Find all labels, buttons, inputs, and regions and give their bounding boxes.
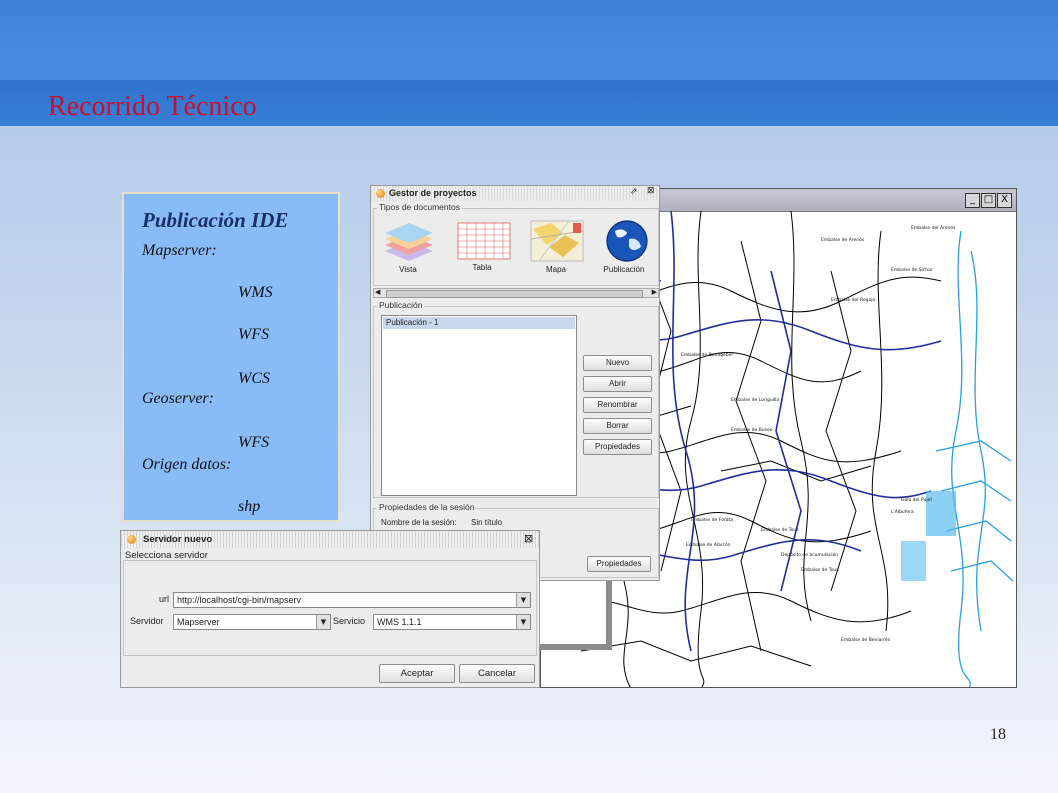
publication-label: Publicación [377,300,425,310]
session-properties-button[interactable]: Propiedades [587,556,651,572]
doctype-tabla-label: Tabla [472,263,492,272]
server-select[interactable]: Mapserver ▼ [173,614,331,630]
page-number: 18 [990,726,1006,743]
app-icon [127,535,136,544]
layers-icon [385,223,433,261]
info-panel: Publicación IDE Mapserver: WMS WFS WCS G… [122,192,340,522]
svg-text:Embalse de Sichar: Embalse de Sichar [891,267,933,273]
doctype-mapa-label: Mapa [545,265,566,274]
delete-button[interactable]: Borrar [583,418,652,434]
svg-text:Gola del Pujol: Gola del Pujol [901,497,932,503]
close-button[interactable]: X [997,193,1012,208]
server-label: Servidor [130,616,164,626]
service-select[interactable]: WMS 1.1.1 ▼ [373,614,531,630]
info-line-wcs: WCS [238,370,270,387]
project-manager-window: Gestor de proyectos ⇗ ⊠ Tipos de documen… [370,185,660,581]
svg-text:Embalse de Arenós: Embalse de Arenós [821,236,865,243]
chevron-down-icon[interactable]: ▼ [516,615,530,629]
publication-list[interactable]: Publicación - 1 [381,315,577,496]
svg-text:Embalse del Arenós: Embalse del Arenós [911,224,956,231]
restore-icon[interactable]: ⇗ [630,187,638,197]
properties-button[interactable]: Propiedades [583,439,652,455]
chevron-down-icon[interactable]: ▼ [516,593,530,607]
doc-types-scrollbar[interactable]: ◀ ▶ [373,288,659,298]
svg-text:Embalse de Forata: Embalse de Forata [691,517,733,523]
svg-text:L'Albufera: L'Albufera [891,509,914,515]
svg-text:Embalse del Regajo: Embalse del Regajo [831,297,875,303]
service-value: WMS 1.1.1 [377,617,422,627]
slide-title: Recorrido Técnico [48,91,257,122]
session-name-label: Nombre de la sesión: [381,518,457,527]
app-icon [376,189,385,198]
svg-text:Depósito de acumulación: Depósito de acumulación [781,551,838,558]
server-group [123,560,537,656]
slide-header-top [0,0,1058,80]
server-value: Mapserver [177,617,220,627]
project-manager-title: Gestor de proyectos [389,188,477,198]
doctype-vista[interactable]: Vista [377,219,439,274]
url-field[interactable]: http://localhost/cgi-bin/mapserv ▼ [173,592,531,608]
info-panel-title: Publicación IDE [142,208,289,232]
cancel-button[interactable]: Cancelar [459,664,535,683]
session-name-value: Sin título [471,518,503,527]
service-label: Servicio [333,616,366,626]
server-dialog: Servidor nuevo ⊠ Selecciona servidor url… [120,530,540,688]
globe-icon [606,220,648,262]
svg-text:Embalse de Beniarrés: Embalse de Beniarrés [841,636,891,643]
project-manager-titlebar[interactable]: Gestor de proyectos ⇗ ⊠ [371,186,659,201]
svg-text:Embalse de Alarcón: Embalse de Alarcón [686,541,731,548]
map-icon [530,220,584,262]
server-dialog-title: Servidor nuevo [143,534,213,545]
doctype-publicacion[interactable]: Publicación [593,219,655,274]
svg-text:Embalse de Buseo: Embalse de Buseo [731,427,773,433]
url-value: http://localhost/cgi-bin/mapserv [177,595,302,605]
maximize-button[interactable]: □ [981,193,996,208]
list-item[interactable]: Publicación - 1 [383,317,575,329]
doctype-vista-label: Vista [399,265,417,274]
info-line-shp: shp [238,498,261,515]
url-label: url [159,594,170,604]
session-label: Propiedades de la sesión [377,502,477,512]
doc-types-label: Tipos de documentos [377,202,462,212]
doctype-mapa[interactable]: Mapa [525,219,587,274]
info-line-geoserver: Geoserver: [142,390,214,407]
scrollbar-thumb[interactable] [386,290,643,298]
svg-text:Embalse de Tous: Embalse de Tous [761,527,799,533]
table-icon [457,222,511,260]
chevron-down-icon[interactable]: ▼ [316,615,330,629]
doctype-tabla[interactable]: Tabla [451,219,513,272]
svg-text:Embalse de Benagéber: Embalse de Benagéber [681,351,733,358]
new-button[interactable]: Nuevo [583,355,652,371]
doctype-publicacion-label: Publicación [603,265,645,274]
accept-button[interactable]: Aceptar [379,664,455,683]
info-line-origen: Origen datos: [142,456,232,473]
info-line-mapserver: Mapserver: [142,242,217,259]
svg-text:Embalse de Loriguilla: Embalse de Loriguilla [731,397,779,403]
minimize-button[interactable]: _ [965,193,980,208]
open-button[interactable]: Abrir [583,376,652,392]
info-line-wfs: WFS [238,326,270,343]
scroll-left-icon[interactable]: ◀ [375,288,380,296]
scroll-right-icon[interactable]: ▶ [652,288,657,296]
info-line-wfs-geo: WFS [238,434,270,451]
background-frame [536,578,612,650]
rename-button[interactable]: Renombrar [583,397,652,413]
info-line-wms: WMS [238,284,273,301]
close-icon[interactable]: ⊠ [647,186,655,196]
server-dialog-titlebar[interactable]: Servidor nuevo ⊠ [121,531,539,548]
close-icon[interactable]: ⊠ [524,532,533,545]
svg-text:Embalse de Tous: Embalse de Tous [801,567,839,573]
